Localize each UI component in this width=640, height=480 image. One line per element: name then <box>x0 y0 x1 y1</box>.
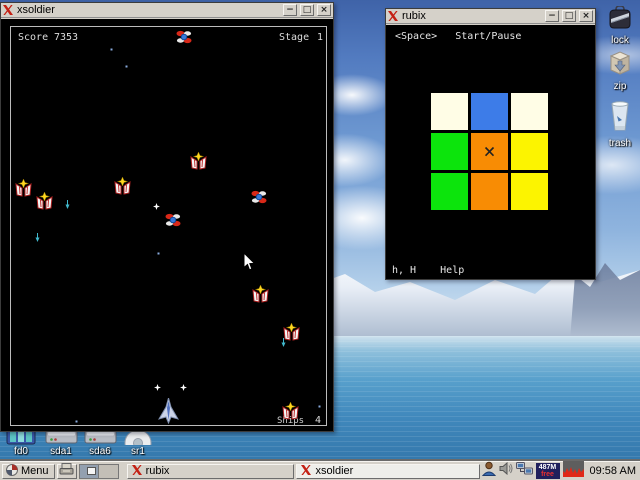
enemy-butterfly-sprite <box>190 151 207 170</box>
score-label: Score <box>18 32 49 43</box>
enemy-shot-sprite <box>281 338 286 347</box>
xsoldier-titlebar[interactable]: xsoldier − □ × <box>1 3 333 18</box>
maximize-button[interactable]: □ <box>562 10 576 22</box>
taskbar: Menu rubix xsoldier 487M free 09:58 AM <box>0 460 640 480</box>
drive-label: sr1 <box>131 446 145 457</box>
stage-value: 1 <box>317 32 324 43</box>
game-canvas[interactable]: Score 7353 Stage 1 Ships 4 <box>1 19 333 431</box>
rubix-cell-2-2[interactable] <box>511 173 548 210</box>
taskbar-task-xsoldier[interactable]: xsoldier <box>296 463 480 479</box>
task-label: rubix <box>145 465 170 477</box>
drive-label: sda6 <box>89 446 111 457</box>
network-icon[interactable] <box>515 462 533 480</box>
player-ship-sprite <box>157 396 180 425</box>
rubix-cell-1-0[interactable] <box>431 133 468 170</box>
stage-label: Stage <box>279 32 310 43</box>
minimize-button[interactable]: − <box>283 4 297 16</box>
enemy-spinner-sprite <box>251 190 267 204</box>
cpu-graph-icon[interactable] <box>562 460 584 480</box>
x-logo-icon <box>3 5 13 15</box>
memory-monitor[interactable]: 487M free <box>535 463 560 479</box>
menu-label: Menu <box>21 465 49 477</box>
window-rubix: rubix − □ × <Space> Start/Pause × h, H H… <box>385 8 596 280</box>
player-shot-sprite <box>154 384 161 391</box>
rubix-cell-1-2[interactable] <box>511 133 548 170</box>
rubix-cell-0-0[interactable] <box>431 93 468 130</box>
trash-icon <box>608 101 632 137</box>
rubix-cell-1-1[interactable]: × <box>471 133 508 170</box>
memory-free-label: free <box>541 471 554 478</box>
ships-value: 4 <box>315 415 322 426</box>
enemy-shot-sprite <box>65 200 70 209</box>
workspace-1[interactable] <box>78 463 99 479</box>
rubix-help-bottom: h, H Help <box>392 265 465 276</box>
rubix-canvas[interactable]: <Space> Start/Pause × h, H Help <box>386 25 595 279</box>
rubix-cell-0-2[interactable] <box>511 93 548 130</box>
x-logo-icon <box>301 464 312 478</box>
drive-icon-sr1[interactable]: sr1 <box>119 428 157 457</box>
memory-value: 487M <box>538 464 557 471</box>
menu-button[interactable]: Menu <box>2 463 55 479</box>
enemy-spinner-sprite <box>176 30 192 44</box>
close-button[interactable]: × <box>317 4 331 16</box>
desktop-icon-label: lock <box>611 35 629 46</box>
enemy-spinner-sprite <box>165 213 181 227</box>
star-sprite <box>318 404 321 408</box>
desktop-icon-zip[interactable]: zip <box>600 50 640 92</box>
desktop: { "desktop": { "icons": [ {"id": "lock",… <box>0 0 640 480</box>
drive-icon-fd0[interactable]: fd0 <box>2 428 40 457</box>
printer-icon <box>59 462 74 480</box>
score-value: 7353 <box>54 32 79 43</box>
rubix-cell-2-1[interactable] <box>471 173 508 210</box>
player-shot-sprite <box>153 203 160 210</box>
rubix-cell-0-1[interactable] <box>471 93 508 130</box>
x-logo-icon <box>131 464 142 478</box>
desktop-icon-trash[interactable]: trash <box>600 101 640 149</box>
volume-icon[interactable] <box>499 461 513 480</box>
drive-icon-sda1[interactable]: sda1 <box>42 428 80 457</box>
task-label: xsoldier <box>315 465 354 477</box>
star-sprite <box>110 47 113 51</box>
rubix-help-top: <Space> Start/Pause <box>395 31 522 42</box>
lock-icon <box>607 5 633 34</box>
workspace-pager <box>78 463 119 479</box>
enemy-butterfly-sprite <box>36 191 53 210</box>
system-tray: 487M free 09:58 AM <box>481 460 638 480</box>
enemy-butterfly-sprite <box>282 401 299 420</box>
desktop-icon-label: zip <box>613 81 627 92</box>
enemy-butterfly-sprite <box>252 284 269 303</box>
enemy-butterfly-sprite <box>114 176 131 195</box>
rubix-titlebar[interactable]: rubix − □ × <box>386 9 595 24</box>
drive-label: fd0 <box>14 446 28 457</box>
workspace-2[interactable] <box>98 463 119 479</box>
window-title: xsoldier <box>17 4 55 16</box>
mouse-cursor <box>243 251 256 271</box>
maximize-button[interactable]: □ <box>300 4 314 16</box>
enemy-butterfly-sprite <box>15 178 32 197</box>
star-sprite <box>125 64 128 68</box>
enemy-shot-sprite <box>35 233 40 242</box>
taskbar-clock: 09:58 AM <box>589 465 636 477</box>
user-icon[interactable] <box>481 461 496 480</box>
window-xsoldier: xsoldier − □ × Score 7353 Stage 1 Ships … <box>0 2 334 432</box>
quick-launch-button[interactable] <box>56 462 77 480</box>
minimize-button[interactable]: − <box>545 10 559 22</box>
x-logo-icon <box>388 11 398 21</box>
zip-icon <box>607 50 633 80</box>
star-sprite <box>75 419 78 423</box>
star-sprite <box>157 251 160 255</box>
drive-label: sda1 <box>50 446 72 457</box>
desktop-icon-lock[interactable]: lock <box>600 5 640 46</box>
menu-icon <box>6 463 18 479</box>
player-shot-sprite <box>180 384 187 391</box>
close-button[interactable]: × <box>579 10 593 22</box>
desktop-icon-label: trash <box>608 138 632 149</box>
taskbar-task-rubix[interactable]: rubix <box>126 463 295 479</box>
rubix-cell-2-0[interactable] <box>431 173 468 210</box>
rubix-grid: × <box>431 93 548 210</box>
window-title: rubix <box>402 10 426 22</box>
drive-icon-sda6[interactable]: sda6 <box>81 428 119 457</box>
